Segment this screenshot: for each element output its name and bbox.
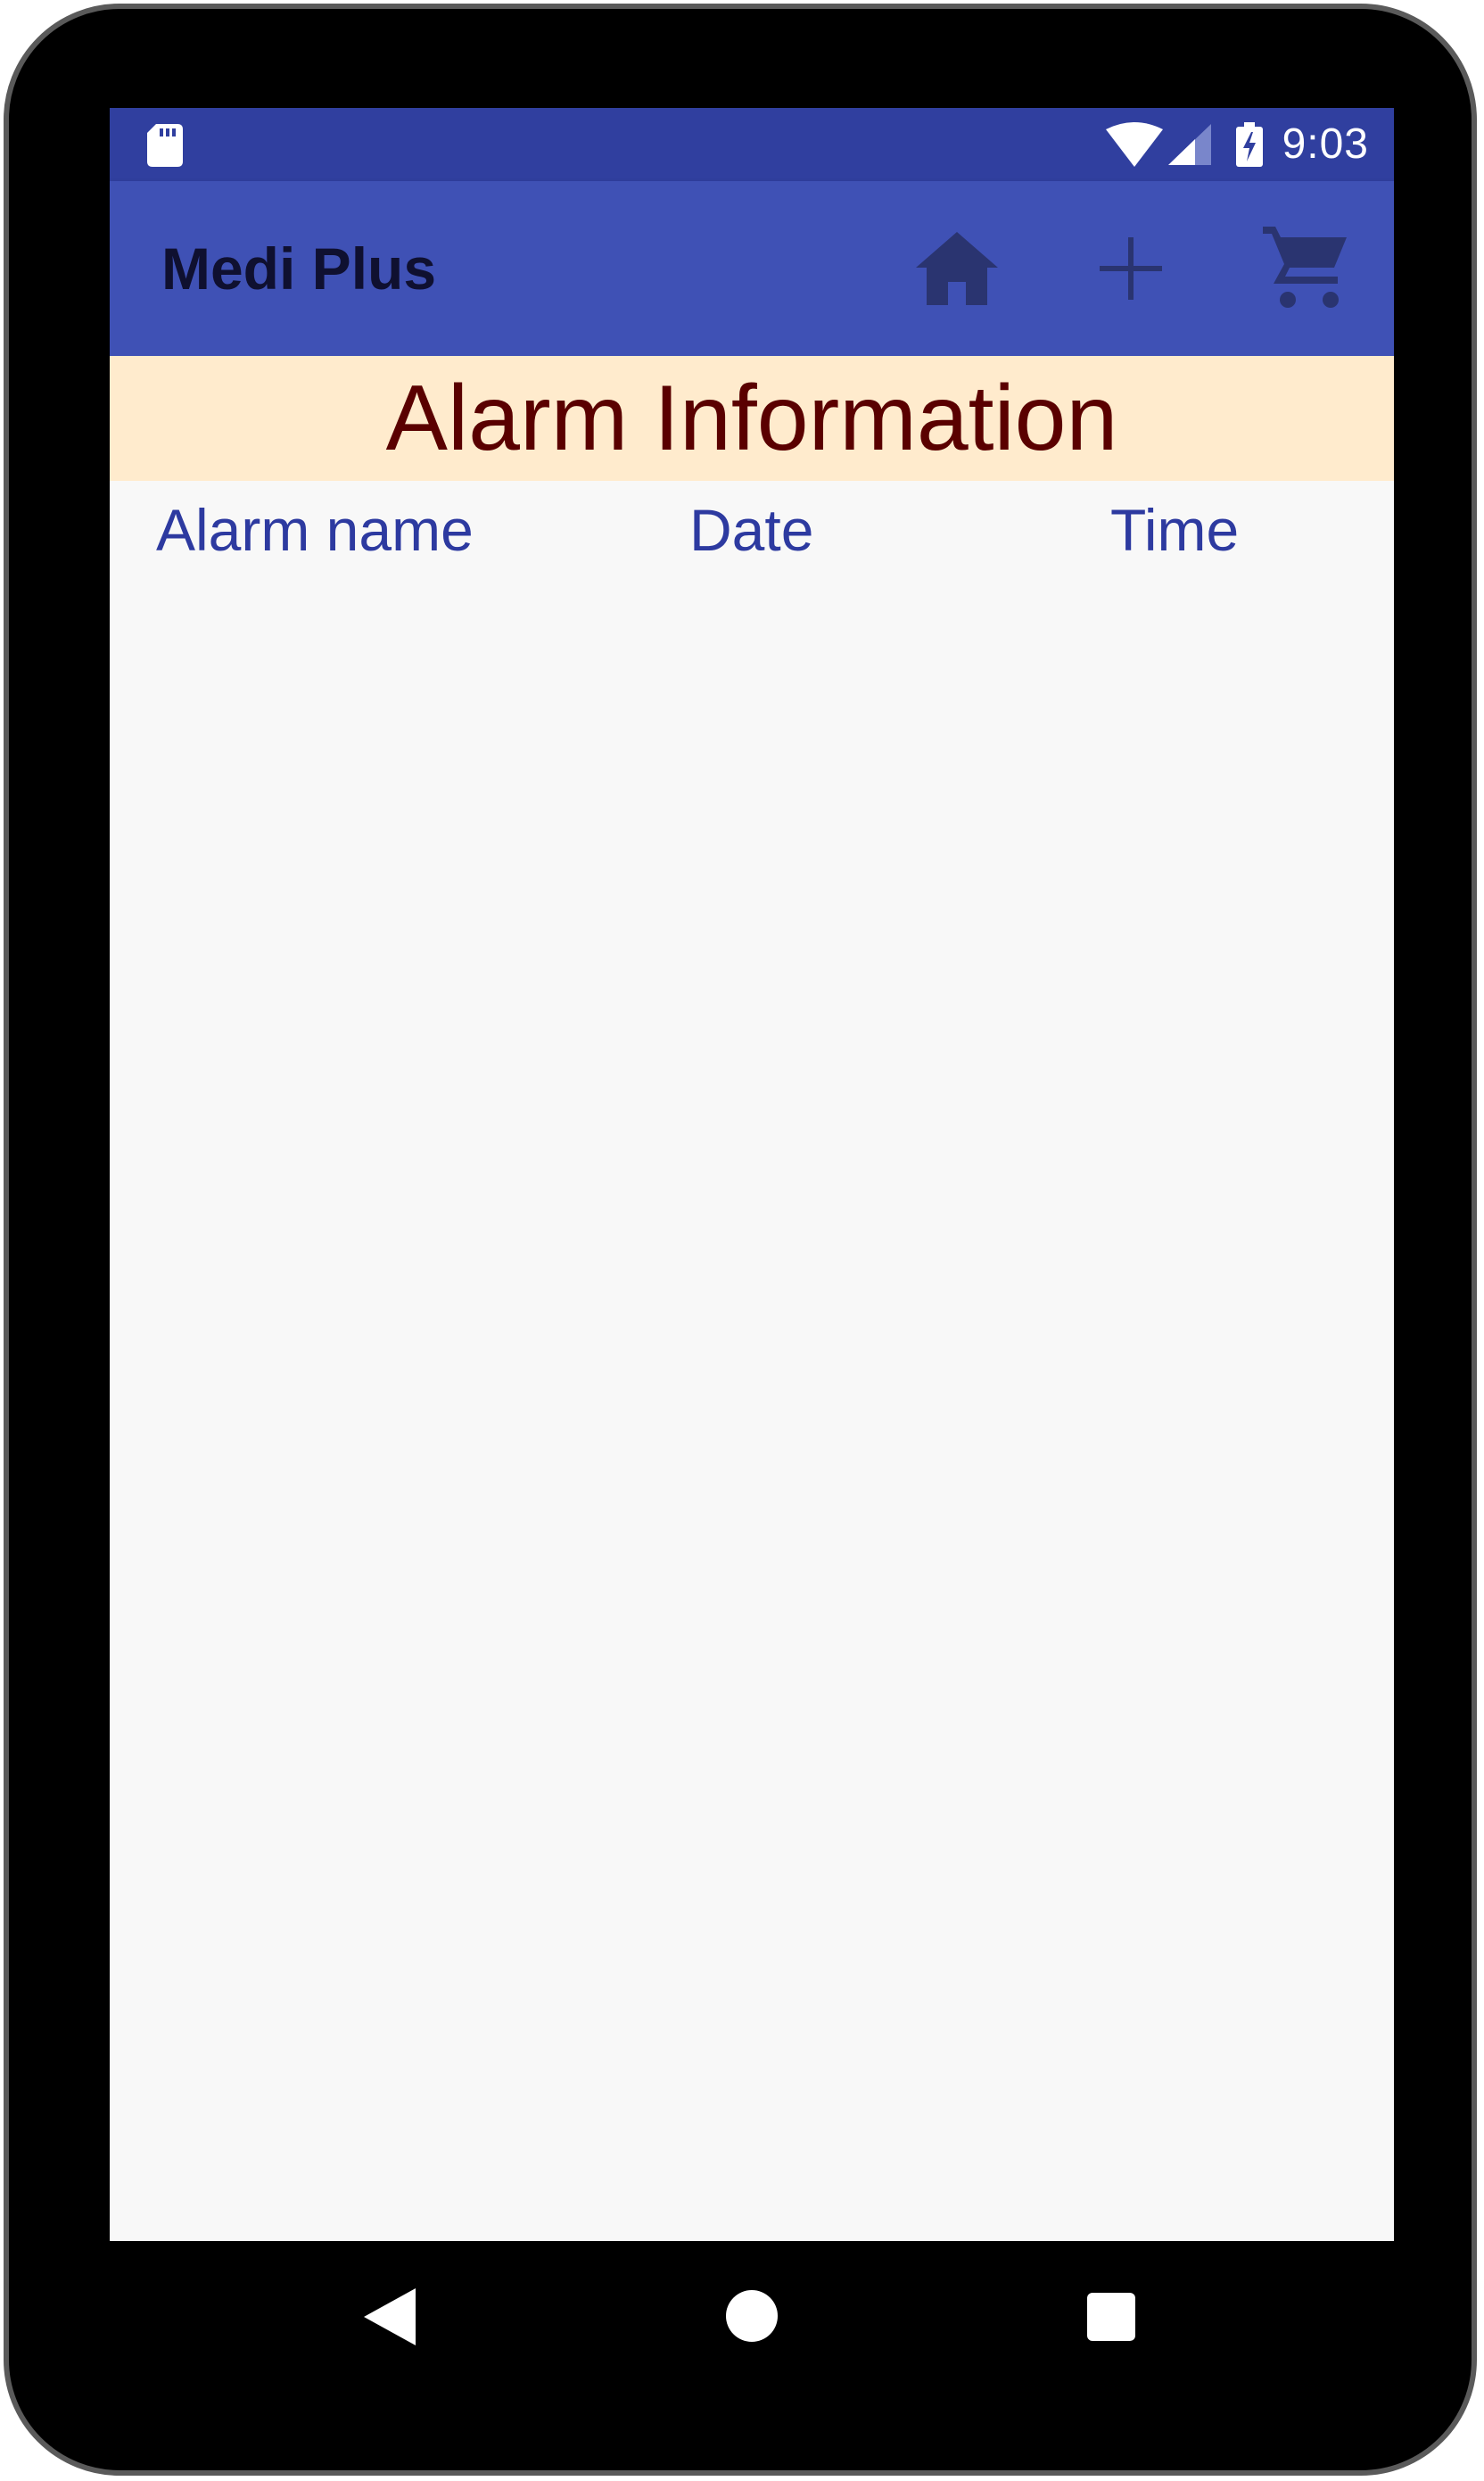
alarm-list: [110, 579, 1394, 2241]
wifi-icon: [1105, 122, 1163, 167]
add-button[interactable]: [1086, 224, 1175, 313]
recents-icon[interactable]: [1087, 2293, 1135, 2341]
page-title: Alarm Information: [385, 367, 1118, 470]
add-icon: [1100, 237, 1162, 300]
back-icon[interactable]: [364, 2288, 416, 2345]
screen: 9:03 Medi Plus Alarm Information Alarm n…: [110, 108, 1394, 2241]
cart-icon: [1263, 227, 1347, 308]
app-title: Medi Plus: [161, 236, 437, 302]
column-header-alarm-name: Alarm name: [156, 497, 474, 563]
status-time: 9:03: [1282, 120, 1369, 168]
home-icon: [916, 232, 998, 305]
app-bar: Medi Plus: [110, 181, 1394, 356]
battery-charging-icon: [1235, 122, 1263, 167]
column-header-time: Time: [1110, 497, 1240, 563]
signal-icon: [1167, 124, 1211, 165]
home-button[interactable]: [912, 224, 1002, 313]
sd-card-icon: [147, 124, 183, 167]
column-header-date: Date: [689, 497, 814, 563]
alarm-info-banner: Alarm Information: [110, 356, 1394, 481]
status-icons: 9:03: [1105, 108, 1369, 181]
status-bar: 9:03: [110, 108, 1394, 181]
cart-button[interactable]: [1260, 224, 1349, 313]
device-frame: 9:03 Medi Plus Alarm Information Alarm n…: [4, 4, 1477, 2476]
home-circle-icon[interactable]: [726, 2290, 778, 2342]
